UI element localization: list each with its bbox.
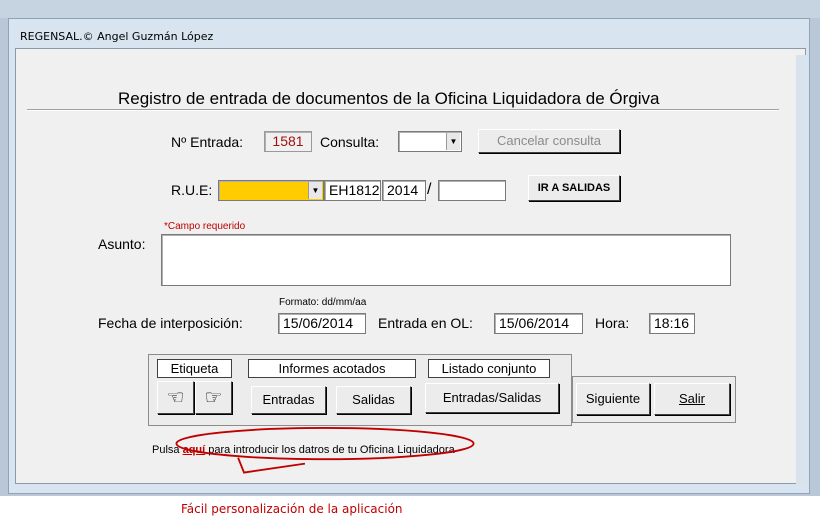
hora-label: Hora: <box>595 315 630 331</box>
consulta-dropdown[interactable]: ▼ <box>398 131 462 152</box>
form-heading: Registro de entrada de documentos de la … <box>118 89 660 108</box>
hand-right-icon: ☞ <box>204 387 223 409</box>
rue-code-field[interactable]: EH1812 <box>324 180 381 201</box>
cancel-query-button[interactable]: Cancelar consulta <box>478 129 620 153</box>
rue-slash: / <box>427 181 432 198</box>
entradas-salidas-button[interactable]: Entradas/Salidas <box>425 383 559 413</box>
entrada-number: 1581 <box>264 131 312 152</box>
entrada-ol-field[interactable]: 15/06/2014 <box>494 313 583 334</box>
asunto-field[interactable] <box>161 234 731 286</box>
listado-label: Listado conjunto <box>428 359 550 378</box>
format-hint: Formato: dd/mm/aa <box>279 297 367 308</box>
fecha-field[interactable]: 15/06/2014 <box>278 313 366 334</box>
salidas-button[interactable]: Salidas <box>336 386 411 414</box>
siguiente-button[interactable]: Siguiente <box>576 383 650 415</box>
consulta-label: Consulta: <box>320 134 380 150</box>
chevron-down-icon[interactable]: ▼ <box>308 182 322 199</box>
chevron-down-icon[interactable]: ▼ <box>446 133 460 150</box>
entrada-label: Nº Entrada: <box>171 134 244 150</box>
salir-button[interactable]: Salir <box>654 383 730 415</box>
heading-divider <box>27 109 779 111</box>
rue-number-field[interactable] <box>438 180 506 201</box>
rue-year-field[interactable]: 2014 <box>382 180 426 201</box>
informes-label: Informes acotados <box>248 359 416 378</box>
hand-left-icon: ☜ <box>166 387 185 409</box>
required-note: *Campo requerido <box>164 221 246 232</box>
window-title: REGENSAL.© Angel Guzmán López <box>20 30 214 43</box>
label-next-button[interactable]: ☞ <box>195 381 232 414</box>
annotation-oval <box>175 427 475 474</box>
etiqueta-label: Etiqueta <box>157 359 232 378</box>
annotation-caption: Fácil personalización de la aplicación <box>181 502 403 516</box>
rue-label: R.U.E: <box>171 182 213 198</box>
right-edge-strip <box>796 55 806 485</box>
entrada-ol-label: Entrada en OL: <box>378 315 473 331</box>
fecha-label: Fecha de interposición: <box>98 315 243 331</box>
rue-dropdown[interactable]: ▼ <box>218 180 324 201</box>
label-prev-button[interactable]: ☜ <box>157 381 194 414</box>
window-top-strip <box>0 0 820 18</box>
hora-field[interactable]: 18:16 <box>649 313 695 334</box>
ir-a-salidas-button[interactable]: IR A SALIDAS <box>528 175 620 201</box>
asunto-label: Asunto: <box>98 236 146 252</box>
entradas-button[interactable]: Entradas <box>251 386 326 414</box>
